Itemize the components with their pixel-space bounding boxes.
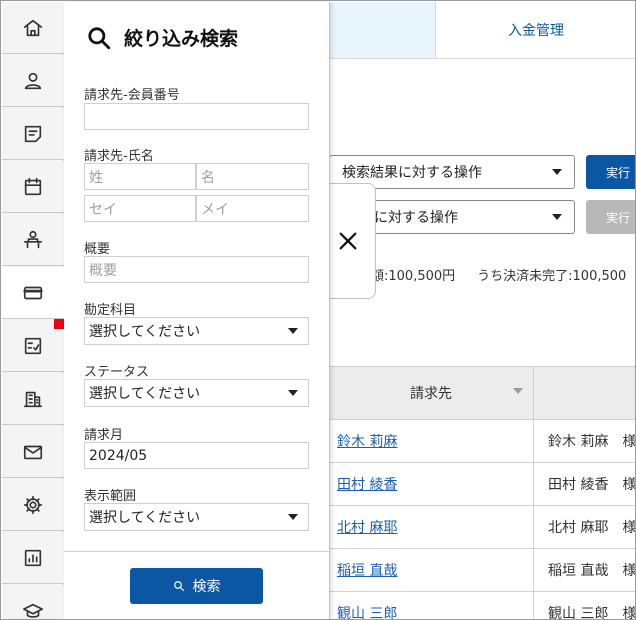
rail-item-home[interactable] [2, 2, 64, 54]
mail-icon [23, 445, 43, 459]
account-label: 勘定科目 [84, 303, 137, 318]
status-select-value: 選択してください [89, 386, 201, 402]
table-row: 田村 綾香 田村 綾香 様 [329, 463, 636, 506]
rail-item-billing[interactable] [2, 267, 64, 319]
summary-input[interactable]: 概要 [84, 256, 309, 283]
filter-title: 絞り込み検索 [86, 24, 238, 51]
cell-billing-to: 田村 綾香 [329, 463, 534, 505]
display-range-label: 表示範囲 [84, 489, 137, 504]
rail-item-facility[interactable] [2, 373, 64, 425]
account-select-value: 選択してください [89, 324, 201, 340]
billing-month-label: 請求月 [84, 428, 124, 443]
column-header-billing-to[interactable]: 請求先 [329, 367, 534, 419]
close-icon [339, 232, 357, 250]
graduation-cap-icon [23, 603, 43, 618]
display-range-select[interactable]: 選択してください [84, 503, 309, 531]
reception-icon [23, 230, 43, 248]
rail-item-reception[interactable] [2, 214, 64, 266]
cell-billing-to: 北村 麻耶 [329, 506, 534, 548]
cell-billing-to: 観山 三郎 [329, 592, 534, 619]
filter-footer: 検索 [64, 551, 329, 619]
billing-to-link[interactable]: 観山 三郎 [337, 603, 397, 619]
app-frame: 入金管理 検索結果に対する操作 実行 に対する操作 実行 額:100,500円 う… [0, 0, 636, 620]
rail-item-notes[interactable] [2, 108, 64, 160]
column-header-label: 請求先 [410, 386, 452, 402]
account-select[interactable]: 選択してください [84, 317, 309, 345]
table-row: 鈴木 莉麻 鈴木 莉麻 様 [329, 420, 636, 463]
sort-icon[interactable] [513, 388, 523, 394]
billing-to-link[interactable]: 田村 綾香 [337, 474, 397, 494]
billing-month-input[interactable]: 2024/05 [84, 442, 309, 469]
chevron-down-icon [288, 390, 298, 396]
cell-name: 観山 三郎 様 [548, 606, 636, 620]
search-button-label: 検索 [192, 579, 221, 595]
gear-icon [23, 495, 43, 514]
billing-to-link[interactable]: 稲垣 直哉 [337, 560, 397, 580]
chevron-down-icon [552, 169, 562, 175]
status-label: ステータス [84, 365, 150, 380]
table-row: 観山 三郎 観山 三郎 様 [329, 592, 636, 620]
home-icon [23, 19, 43, 36]
credit-card-icon [23, 286, 43, 299]
status-select[interactable]: 選択してください [84, 379, 309, 407]
rail-item-mail[interactable] [2, 426, 64, 478]
table-row: 北村 麻耶 北村 麻耶 様 [329, 506, 636, 549]
amount-summary: 額:100,500円 うち決済未完了:100,500 [331, 265, 635, 284]
side-rail [2, 2, 65, 619]
filter-title-text: 絞り込み検索 [124, 28, 239, 50]
cell-name: 田村 綾香 様 [548, 477, 636, 493]
cell-billing-to: 鈴木 莉麻 [329, 420, 534, 462]
last-name-kana-input[interactable]: セイ [84, 195, 196, 222]
rail-item-calendar[interactable] [2, 161, 64, 213]
bulk-operation-select-value: 検索結果に対する操作 [342, 165, 482, 181]
summary-label: 概要 [84, 242, 111, 257]
rail-item-reports[interactable] [2, 532, 64, 584]
search-icon [88, 26, 111, 49]
tab-active-placeholder[interactable] [329, 2, 436, 59]
rail-item-learning[interactable] [2, 585, 64, 619]
billing-to-link[interactable]: 北村 麻耶 [337, 517, 397, 537]
tab-payment-management[interactable]: 入金管理 [436, 2, 635, 59]
cell-name: 北村 麻耶 様 [548, 520, 636, 536]
first-name-input[interactable]: 名 [196, 163, 309, 190]
selected-operation-select-value: に対する操作 [374, 210, 458, 226]
display-range-select-value: 選択してください [89, 510, 201, 526]
user-icon [24, 72, 42, 89]
last-name-input[interactable]: 姓 [84, 163, 196, 190]
cell-name: 稲垣 直哉 様 [548, 563, 636, 579]
total-amount: 額:100,500円 [371, 269, 456, 284]
rail-item-settings[interactable] [2, 479, 64, 531]
bulk-run-button[interactable]: 実行 [586, 155, 635, 189]
billing-table-header: 請求先 [329, 366, 635, 420]
rail-item-members[interactable] [2, 55, 64, 107]
cell-billing-to: 稲垣 直哉 [329, 549, 534, 591]
chevron-down-icon [288, 328, 298, 334]
checklist-icon [24, 337, 42, 354]
cell-name: 鈴木 莉麻 様 [548, 434, 636, 450]
chevron-down-icon [288, 514, 298, 520]
name-label: 請求先-氏名 [84, 149, 154, 164]
billing-to-link[interactable]: 鈴木 莉麻 [337, 431, 397, 451]
chevron-down-icon [552, 214, 562, 220]
notes-icon [24, 125, 42, 142]
unsettled-amount: うち決済未完了:100,500 [477, 269, 627, 284]
table-row: 稲垣 直哉 稲垣 直哉 様 [329, 549, 636, 592]
search-icon [173, 581, 184, 592]
member-no-input[interactable] [84, 103, 309, 130]
filter-drawer: 絞り込み検索 請求先-会員番号 請求先-氏名 姓 名 セイ メイ 概要 概要 勘… [64, 2, 330, 619]
first-name-kana-input[interactable]: メイ [196, 195, 309, 222]
selected-run-button-disabled[interactable]: 実行 [586, 200, 635, 234]
search-button[interactable]: 検索 [130, 568, 263, 604]
report-chart-icon [24, 549, 42, 566]
member-no-label: 請求先-会員番号 [84, 88, 180, 103]
calendar-icon [24, 177, 42, 195]
building-icon [23, 391, 43, 407]
